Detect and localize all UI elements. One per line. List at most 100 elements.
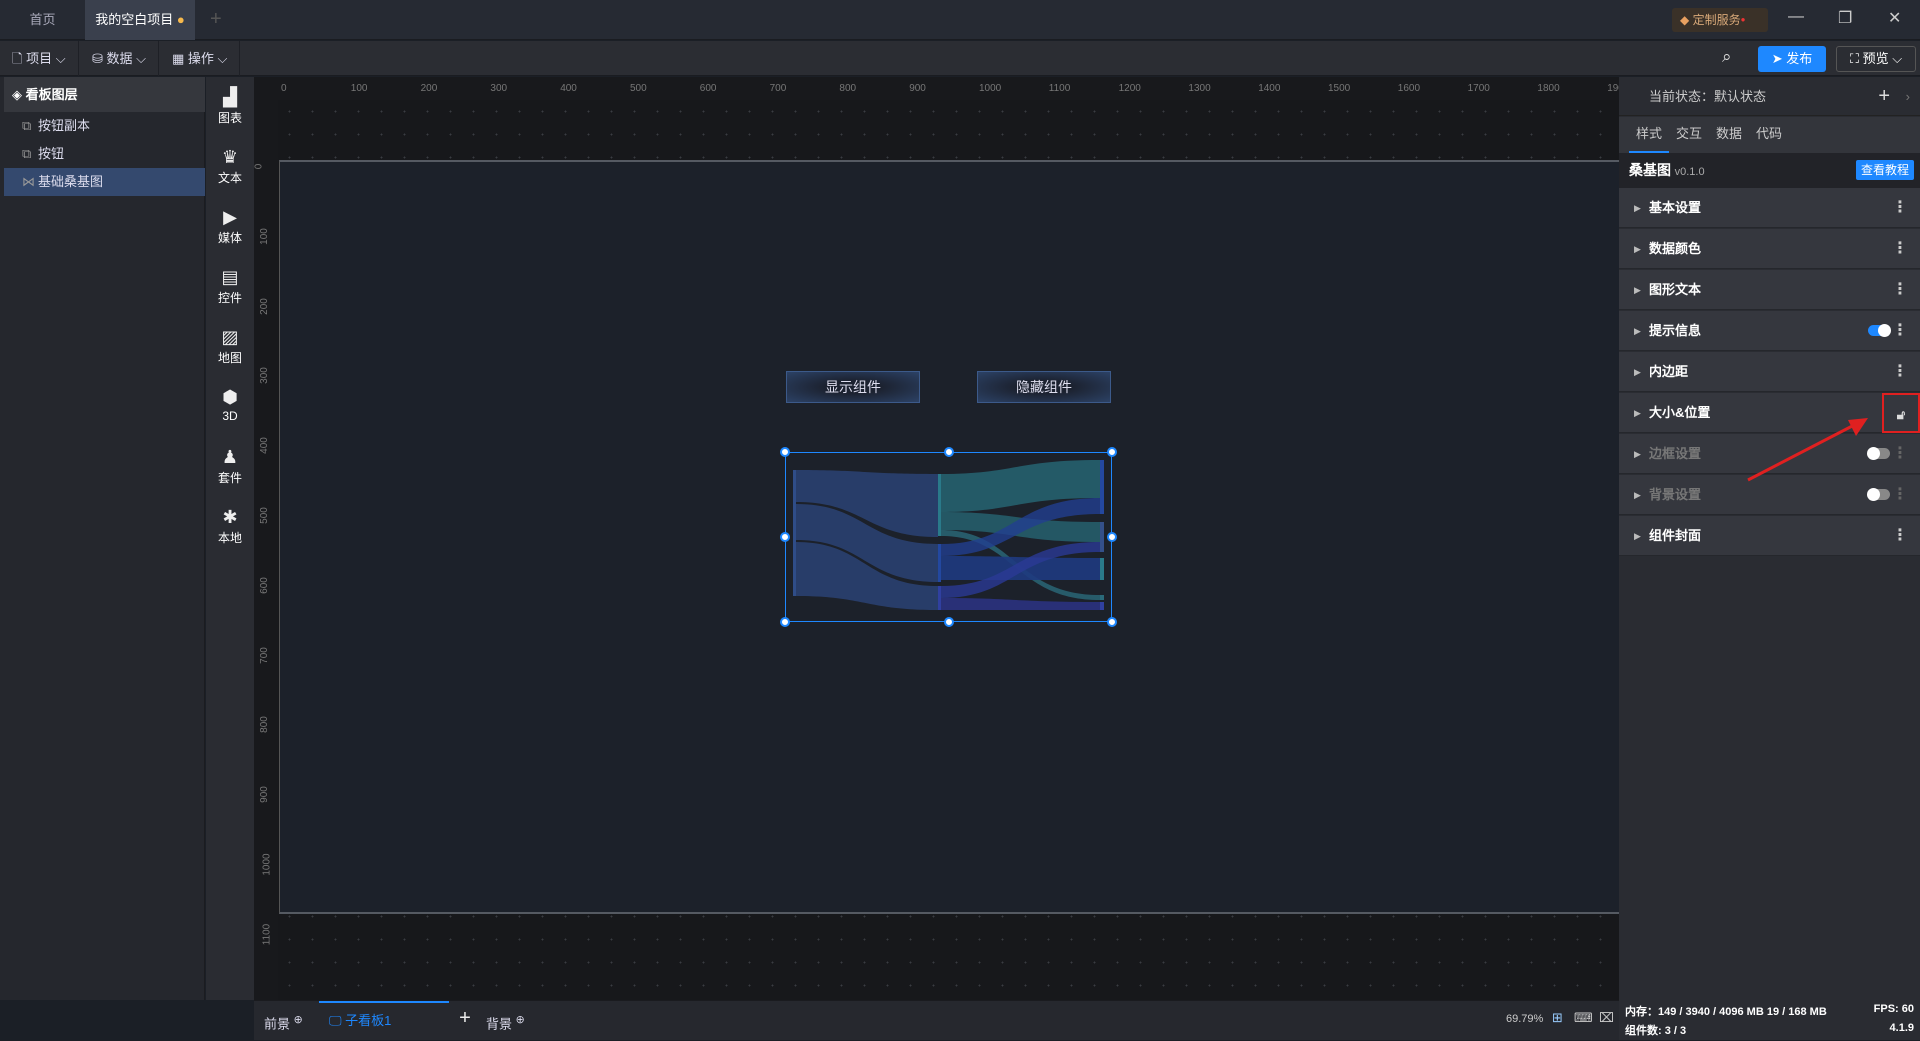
search-icon[interactable]: ⌕ — [1722, 47, 1732, 67]
tool-label: 本地 — [217, 531, 242, 545]
add-state-button[interactable]: + — [1878, 77, 1890, 116]
resize-handle[interactable] — [944, 447, 954, 457]
keyboard-icon[interactable]: ⌨ — [1574, 1010, 1593, 1026]
zoom-level[interactable]: 69.79% — [1506, 1013, 1543, 1025]
section-toggle[interactable] — [1867, 488, 1890, 501]
tool-label: 控件 — [217, 291, 242, 305]
tab-label: 我的空白项目 — [95, 12, 174, 27]
layer-item[interactable]: ⧉ 按钮 — [4, 140, 205, 168]
more-options-icon[interactable]: ⋮ — [1892, 434, 1908, 474]
tool-label: 文本 — [217, 171, 242, 185]
fit-screen-icon[interactable]: ⊞ — [1552, 1010, 1563, 1026]
background-label: 背景 — [486, 1016, 513, 1032]
ruler-tick-label: 500 — [258, 507, 270, 524]
ruler-tick-label: 500 — [630, 83, 647, 94]
add-tab-button[interactable]: + — [210, 8, 222, 31]
data-menu[interactable]: ⛁ 数据 ⌵ — [80, 41, 160, 76]
more-options-icon[interactable]: ⋮ — [1892, 311, 1908, 351]
hide-component-button[interactable]: 隐藏组件 — [977, 371, 1111, 403]
monitor-icon: 🖵 — [329, 1013, 342, 1028]
ruler-tick-label: 1400 — [1258, 83, 1281, 94]
background-tab[interactable]: 背景 ⊕ — [486, 1013, 525, 1032]
section-2[interactable]: ▶ 图形文本 ⋮ — [1619, 270, 1920, 310]
add-board-button[interactable]: + — [450, 1007, 480, 1030]
state-label: 当前状态：默认状态 — [1649, 89, 1767, 104]
resize-handle[interactable] — [944, 617, 954, 627]
tool-text[interactable]: ♛ 文本 — [206, 145, 254, 203]
more-options-icon[interactable]: ⋮ — [1892, 516, 1908, 556]
resize-handle[interactable] — [780, 532, 790, 542]
send-icon: ➤ — [1771, 51, 1783, 66]
custom-service-button[interactable]: ◆ 定制服务● — [1672, 8, 1768, 32]
tool-media[interactable]: ▶ 媒体 — [206, 205, 254, 263]
terminal-icon[interactable]: ⌧ — [1599, 1010, 1614, 1026]
tab-code[interactable]: 代码 — [1749, 117, 1789, 151]
button-icon: ⧉ — [22, 118, 32, 133]
section-1[interactable]: ▶ 数据颜色 ⋮ — [1619, 229, 1920, 269]
section-label: 大小&位置 — [1649, 405, 1711, 420]
restore-icon[interactable]: ❐ — [1838, 8, 1852, 28]
tool-control[interactable]: ▤ 控件 — [206, 265, 254, 323]
vertical-ruler[interactable]: 0 100 200 300 400 500 600 700 800 900 1000 1100 — [253, 77, 278, 1000]
text-icon: ♛ — [221, 147, 239, 167]
more-options-icon[interactable]: ⋮ — [1892, 352, 1908, 392]
database-icon: ⛁ — [92, 51, 103, 66]
close-icon[interactable]: ✕ — [1888, 8, 1901, 28]
tab-home[interactable]: 首页 — [0, 0, 85, 40]
tab-interaction[interactable]: 交互 — [1669, 117, 1709, 151]
project-menu[interactable]: 🗋 项目 ⌵ — [0, 41, 79, 76]
add-circle-icon[interactable]: ⊕ — [516, 1014, 525, 1026]
ruler-tick-label: 100 — [258, 227, 270, 245]
tool-chart[interactable]: ▟ 图表 — [206, 85, 254, 143]
control-icon: ▤ — [221, 267, 239, 287]
publish-button[interactable]: ➤ 发布 — [1758, 46, 1826, 72]
foreground-tab[interactable]: 前景 ⊕ — [264, 1013, 303, 1032]
expand-triangle-icon: ▶ — [1634, 531, 1641, 541]
tool-local[interactable]: ✱ 本地 — [206, 505, 254, 563]
more-options-icon[interactable]: ⋮ — [1892, 188, 1908, 228]
section-8[interactable]: ▶ 组件封面 ⋮ — [1619, 516, 1920, 556]
data-menu-label: 数据 — [106, 51, 133, 66]
section-toggle[interactable] — [1868, 324, 1891, 337]
tool-label: 媒体 — [217, 231, 242, 245]
layer-item-selected[interactable]: ⋈ 基础桑基图 — [4, 168, 205, 196]
show-component-button[interactable]: 显示组件 — [786, 371, 920, 403]
more-options-icon[interactable]: ⋮ — [1892, 270, 1908, 310]
expand-triangle-icon: ▶ — [1634, 449, 1641, 459]
tool-map[interactable]: ▨ 地图 — [206, 325, 254, 383]
expand-triangle-icon: ▶ — [1634, 367, 1641, 377]
operation-menu[interactable]: ▦ 操作 ⌵ — [160, 41, 241, 76]
tool-3d[interactable]: ⬢ 3D — [206, 385, 254, 443]
selection-box[interactable] — [780, 447, 1117, 627]
tab-style[interactable]: 样式 — [1629, 117, 1669, 153]
board-tab-active[interactable]: 🖵 子看板1 — [319, 1001, 449, 1041]
add-circle-icon[interactable]: ⊕ — [294, 1014, 303, 1026]
section-label: 内边距 — [1649, 364, 1689, 379]
ruler-tick-label: 1700 — [1467, 83, 1490, 94]
section-0[interactable]: ▶ 基本设置 ⋮ — [1619, 188, 1920, 228]
section-3[interactable]: ▶ 提示信息 ⋮ — [1619, 311, 1920, 351]
tab-data[interactable]: 数据 — [1709, 117, 1749, 151]
more-options-icon[interactable]: ⋮ — [1892, 475, 1908, 515]
properties-panel: 当前状态：默认状态 + › 样式 交互 数据 代码 桑基图 v0.1.0 查看教程 ▶… — [1619, 77, 1920, 1000]
layer-item[interactable]: ⧉ 按钮副本 — [4, 112, 205, 140]
resize-handle[interactable] — [1107, 447, 1117, 457]
preview-button[interactable]: ⛶ 预览 ⌵ — [1836, 46, 1916, 72]
resize-handle[interactable] — [780, 617, 790, 627]
resize-handle[interactable] — [780, 447, 790, 457]
tutorial-button[interactable]: 查看教程 — [1855, 160, 1914, 180]
horizontal-ruler[interactable]: 0 100 200 300 400 500 600 700 800 900 1000 1100 1200… — [254, 77, 1629, 100]
minimize-icon[interactable]: — — [1788, 8, 1804, 26]
chevron-right-icon[interactable]: › — [1906, 77, 1910, 116]
tab-project[interactable]: 我的空白项目 ● — [85, 0, 195, 40]
resize-handle[interactable] — [1107, 532, 1117, 542]
section-4[interactable]: ▶ 内边距 ⋮ — [1619, 352, 1920, 392]
lock-icon[interactable]: 🔓︎ — [1882, 393, 1920, 433]
tool-kit[interactable]: ♟ 套件 — [206, 445, 254, 503]
more-options-icon[interactable]: ⋮ — [1892, 229, 1908, 269]
ruler-tick-label: 200 — [258, 297, 270, 315]
status-bar: 内存：149 / 3940 / 4096 MB 19 / 168 MB FPS:… — [1619, 1000, 1920, 1040]
expand-triangle-icon: ▶ — [1634, 285, 1641, 295]
ruler-tick-label: 600 — [258, 576, 270, 594]
resize-handle[interactable] — [1107, 617, 1117, 627]
